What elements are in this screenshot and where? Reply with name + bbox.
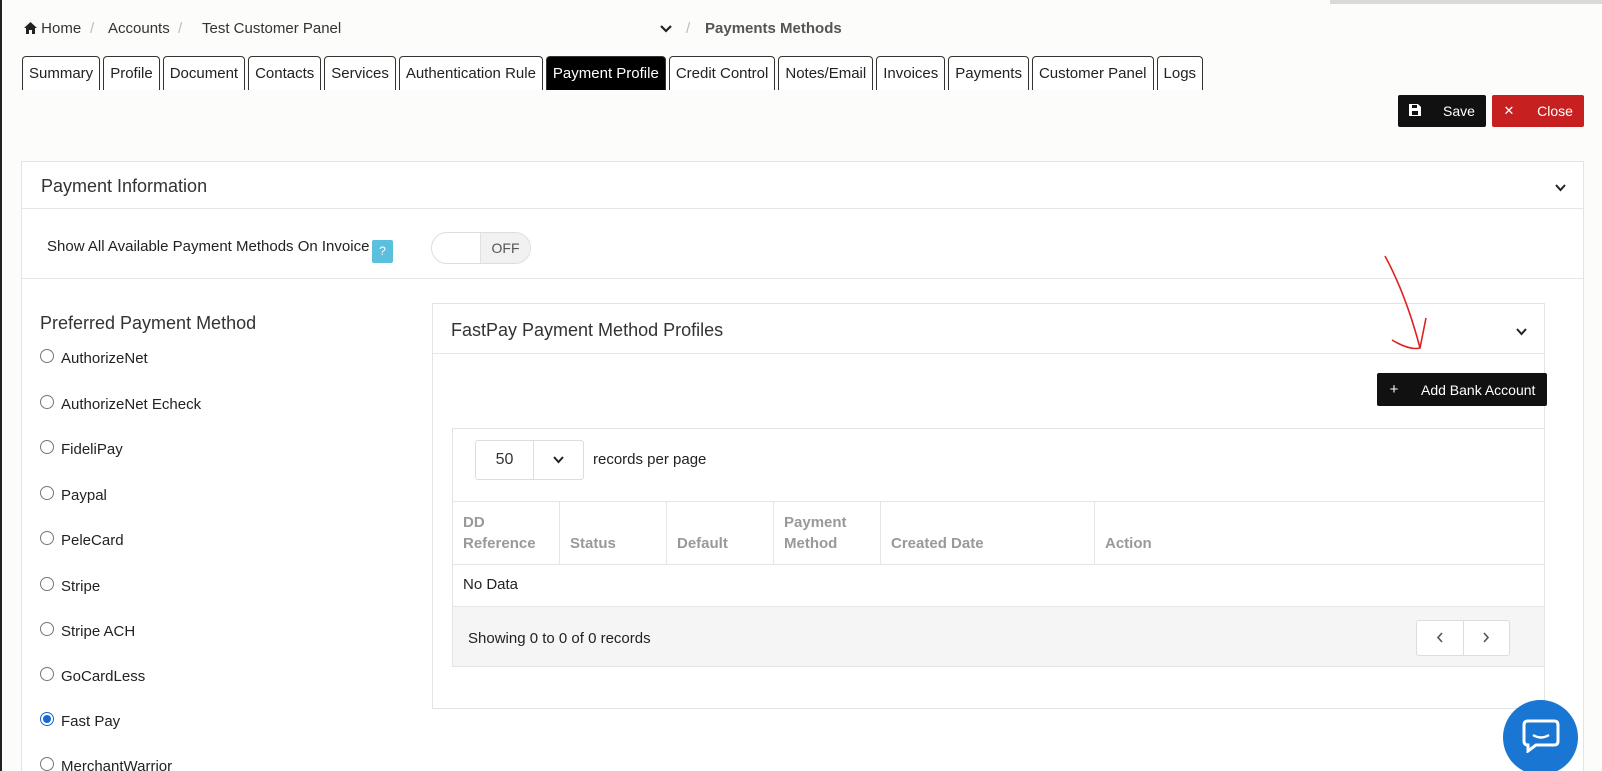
tab-notes-email[interactable]: Notes/Email	[778, 56, 874, 90]
close-icon: ✕	[1503, 103, 1515, 118]
breadcrumb-customer[interactable]: Test Customer Panel	[202, 20, 341, 37]
panel-header[interactable]: Payment Information	[22, 162, 1583, 209]
tab-invoices[interactable]: Invoices	[876, 56, 946, 90]
column-header[interactable]: Created Date	[881, 502, 1095, 565]
home-icon	[24, 22, 37, 34]
table-footer: Showing 0 to 0 of 0 records	[453, 606, 1544, 666]
radio-authorizenet[interactable]: AuthorizeNet	[40, 348, 148, 367]
breadcrumb-separator: /	[90, 20, 95, 37]
radio-pelecard[interactable]: PeleCard	[40, 530, 124, 549]
radio-authorizenet-echeck[interactable]: AuthorizeNet Echeck	[40, 394, 201, 413]
overlay-edge	[1330, 0, 1602, 4]
radio-paypal[interactable]: Paypal	[40, 485, 107, 504]
breadcrumb: Home / Accounts / Test Customer Panel / …	[24, 20, 1602, 40]
breadcrumb-separator: /	[178, 20, 183, 37]
tab-payments[interactable]: Payments	[948, 56, 1029, 90]
column-header[interactable]: Action	[1095, 502, 1544, 565]
radio-button[interactable]	[40, 485, 54, 500]
page-length-value: 50	[476, 441, 534, 479]
floppy-disk-icon	[1398, 103, 1432, 119]
page-length-select[interactable]: 50	[475, 440, 584, 480]
radio-button[interactable]	[40, 621, 54, 636]
show-all-methods-label: Show All Available Payment Methods On In…	[47, 238, 370, 255]
help-icon[interactable]: ?	[372, 240, 393, 263]
table-info: Showing 0 to 0 of 0 records	[468, 630, 651, 647]
chevron-left-icon[interactable]	[1417, 621, 1463, 655]
chat-bubble-icon	[1522, 719, 1560, 753]
column-header[interactable]: DD Reference	[453, 502, 560, 565]
save-button[interactable]: Save	[1398, 95, 1486, 127]
radio-button-checked[interactable]	[40, 711, 54, 726]
chevron-down-icon[interactable]	[1555, 179, 1566, 195]
show-all-methods-row: Show All Available Payment Methods On In…	[22, 209, 1583, 279]
chevron-down-icon[interactable]	[1516, 323, 1527, 339]
breadcrumb-home[interactable]: Home	[24, 20, 81, 37]
tab-bar: Summary Profile Document Contacts Servic…	[22, 56, 1206, 90]
column-header[interactable]: Payment Method	[774, 502, 881, 565]
preferred-method-title: Preferred Payment Method	[40, 313, 257, 333]
radio-merchantwarrior[interactable]: MerchantWarrior	[40, 756, 172, 771]
tab-customer-panel[interactable]: Customer Panel	[1031, 56, 1154, 90]
radio-fidelipay[interactable]: FideliPay	[40, 439, 123, 458]
breadcrumb-accounts[interactable]: Accounts	[108, 20, 170, 37]
toggle-state: OFF	[480, 233, 530, 263]
empty-table-message: No Data	[463, 576, 519, 593]
tab-summary[interactable]: Summary	[22, 56, 101, 90]
radio-button[interactable]	[40, 666, 54, 681]
chevron-down-icon[interactable]	[533, 441, 583, 479]
breadcrumb-current: Payments Methods	[705, 20, 842, 37]
tab-credit-control[interactable]: Credit Control	[668, 56, 776, 90]
tab-services[interactable]: Services	[324, 56, 396, 90]
tab-authentication-rule[interactable]: Authentication Rule	[398, 56, 543, 90]
fastpay-panel-title: FastPay Payment Method Profiles	[451, 320, 724, 340]
tab-document[interactable]: Document	[162, 56, 246, 90]
panel-title: Payment Information	[41, 176, 208, 196]
column-header[interactable]: Default	[667, 502, 774, 565]
radio-button[interactable]	[40, 439, 54, 454]
annotation-arrow-icon	[1384, 255, 1427, 350]
tab-payment-profile[interactable]: Payment Profile	[545, 56, 666, 90]
breadcrumb-separator: /	[686, 20, 691, 37]
plus-icon: +	[1389, 381, 1399, 398]
column-header[interactable]: Status	[560, 502, 667, 565]
radio-stripe-ach[interactable]: Stripe ACH	[40, 621, 135, 640]
records-per-page-label: records per page	[593, 451, 707, 468]
chevron-right-icon[interactable]	[1462, 621, 1510, 655]
chat-launcher-button[interactable]	[1503, 700, 1578, 771]
radio-button[interactable]	[40, 394, 54, 409]
profiles-table: 50 records per page DD Reference Status …	[452, 428, 1545, 667]
table-header: DD Reference Status Default Payment Meth…	[453, 501, 1544, 565]
radio-gocardless[interactable]: GoCardLess	[40, 666, 145, 685]
chevron-down-icon[interactable]	[660, 21, 672, 38]
window-border	[0, 0, 2, 771]
close-button[interactable]: ✕ Close	[1492, 95, 1584, 127]
show-all-methods-toggle[interactable]: OFF	[431, 232, 531, 264]
pagination	[1416, 620, 1510, 656]
radio-fast-pay[interactable]: Fast Pay	[40, 711, 120, 730]
radio-button[interactable]	[40, 756, 54, 771]
tab-contacts[interactable]: Contacts	[248, 56, 322, 90]
add-bank-account-button[interactable]: + Add Bank Account	[1377, 373, 1547, 406]
radio-button[interactable]	[40, 576, 54, 591]
radio-button[interactable]	[40, 348, 54, 363]
radio-button[interactable]	[40, 530, 54, 545]
radio-stripe[interactable]: Stripe	[40, 576, 100, 595]
fastpay-panel-header[interactable]: FastPay Payment Method Profiles	[433, 304, 1544, 354]
tab-logs[interactable]: Logs	[1156, 56, 1204, 90]
tab-profile[interactable]: Profile	[103, 56, 160, 90]
